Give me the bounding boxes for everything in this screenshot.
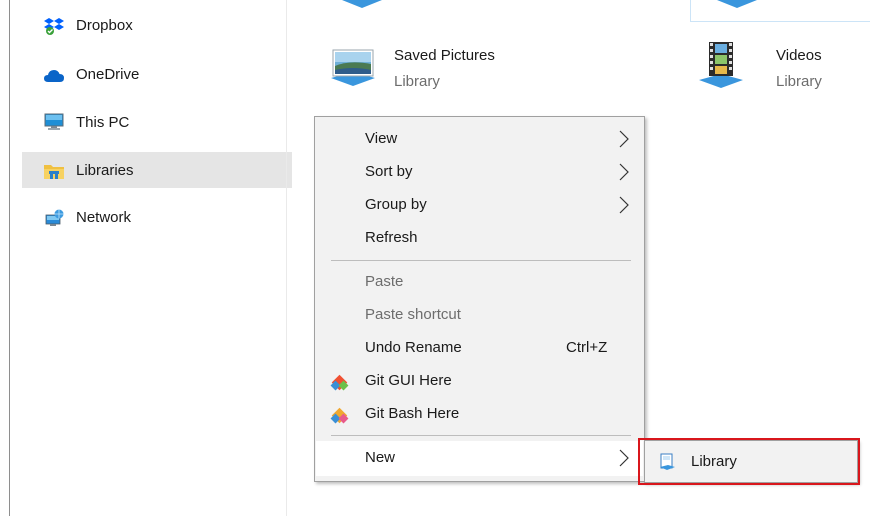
library-name: Saved Pictures (394, 47, 495, 64)
partial-library-icon (342, 0, 382, 8)
menu-item-git-gui[interactable]: Git GUI Here (316, 365, 643, 398)
menu-item-paste-shortcut[interactable]: Paste shortcut (316, 299, 643, 332)
menu-item-undo-rename[interactable]: Undo Rename Ctrl+Z (316, 332, 643, 365)
submenu-label: Library (691, 453, 737, 470)
menu-item-view[interactable]: View (316, 123, 643, 156)
chevron-right-icon (619, 130, 629, 148)
menu-label: New (365, 449, 396, 466)
library-type: Library (394, 73, 440, 90)
git-gui-icon (330, 374, 349, 391)
menu-label: Group by (365, 196, 427, 213)
computer-monitor-icon (44, 113, 64, 130)
videos-library-icon (699, 42, 743, 88)
nav-item-network[interactable]: Network (22, 200, 292, 235)
nav-item-onedrive[interactable]: OneDrive (22, 57, 292, 92)
menu-label: View (365, 130, 398, 147)
submenu-item-library[interactable]: Library (646, 442, 856, 481)
nav-item-this-pc[interactable]: This PC (22, 105, 292, 140)
library-name: Videos (776, 47, 822, 64)
chevron-right-icon (619, 163, 629, 181)
menu-label: Sort by (365, 163, 413, 180)
menu-label: Undo Rename (365, 339, 462, 356)
menu-label: Paste shortcut (365, 306, 461, 323)
chevron-right-icon (619, 196, 629, 214)
nav-item-dropbox[interactable]: Dropbox (22, 8, 292, 43)
library-icon (660, 453, 675, 470)
chevron-right-icon (619, 449, 629, 467)
onedrive-cloud-icon (44, 70, 64, 82)
menu-item-sort-by[interactable]: Sort by (316, 156, 643, 189)
menu-label: Git Bash Here (365, 405, 460, 422)
partial-library-icon-2 (717, 0, 757, 8)
menu-item-group-by[interactable]: Group by (316, 189, 643, 222)
menu-item-refresh[interactable]: Refresh (316, 222, 643, 255)
nav-label-libraries: Libraries (76, 161, 134, 179)
menu-item-git-bash[interactable]: Git Bash Here (316, 398, 643, 431)
navigation-pane: Dropbox OneDrive This PC Libraries Netwo… (10, 0, 292, 516)
nav-label-dropbox: Dropbox (76, 17, 133, 34)
menu-shortcut: Ctrl+Z (566, 339, 608, 356)
git-bash-icon (330, 407, 349, 424)
nav-label-network: Network (76, 209, 132, 226)
dropbox-icon (44, 18, 64, 35)
nav-label-onedrive: OneDrive (76, 66, 140, 83)
library-type: Library (776, 73, 822, 90)
menu-item-paste[interactable]: Paste (316, 266, 643, 299)
menu-label: Git GUI Here (365, 372, 452, 389)
menu-item-new[interactable]: New (316, 441, 643, 476)
context-menu: View Sort by Group by Refresh Paste Past… (314, 116, 645, 482)
libraries-folder-icon (44, 165, 64, 179)
nav-label-this-pc: This PC (76, 114, 130, 131)
network-icon (45, 209, 64, 226)
menu-separator (331, 260, 631, 261)
menu-label: Paste (365, 273, 404, 290)
menu-separator (331, 435, 631, 436)
pictures-library-icon (331, 49, 375, 86)
menu-label: Refresh (365, 229, 418, 246)
nav-item-libraries[interactable]: Libraries (22, 152, 292, 188)
new-submenu: Library (644, 440, 858, 483)
